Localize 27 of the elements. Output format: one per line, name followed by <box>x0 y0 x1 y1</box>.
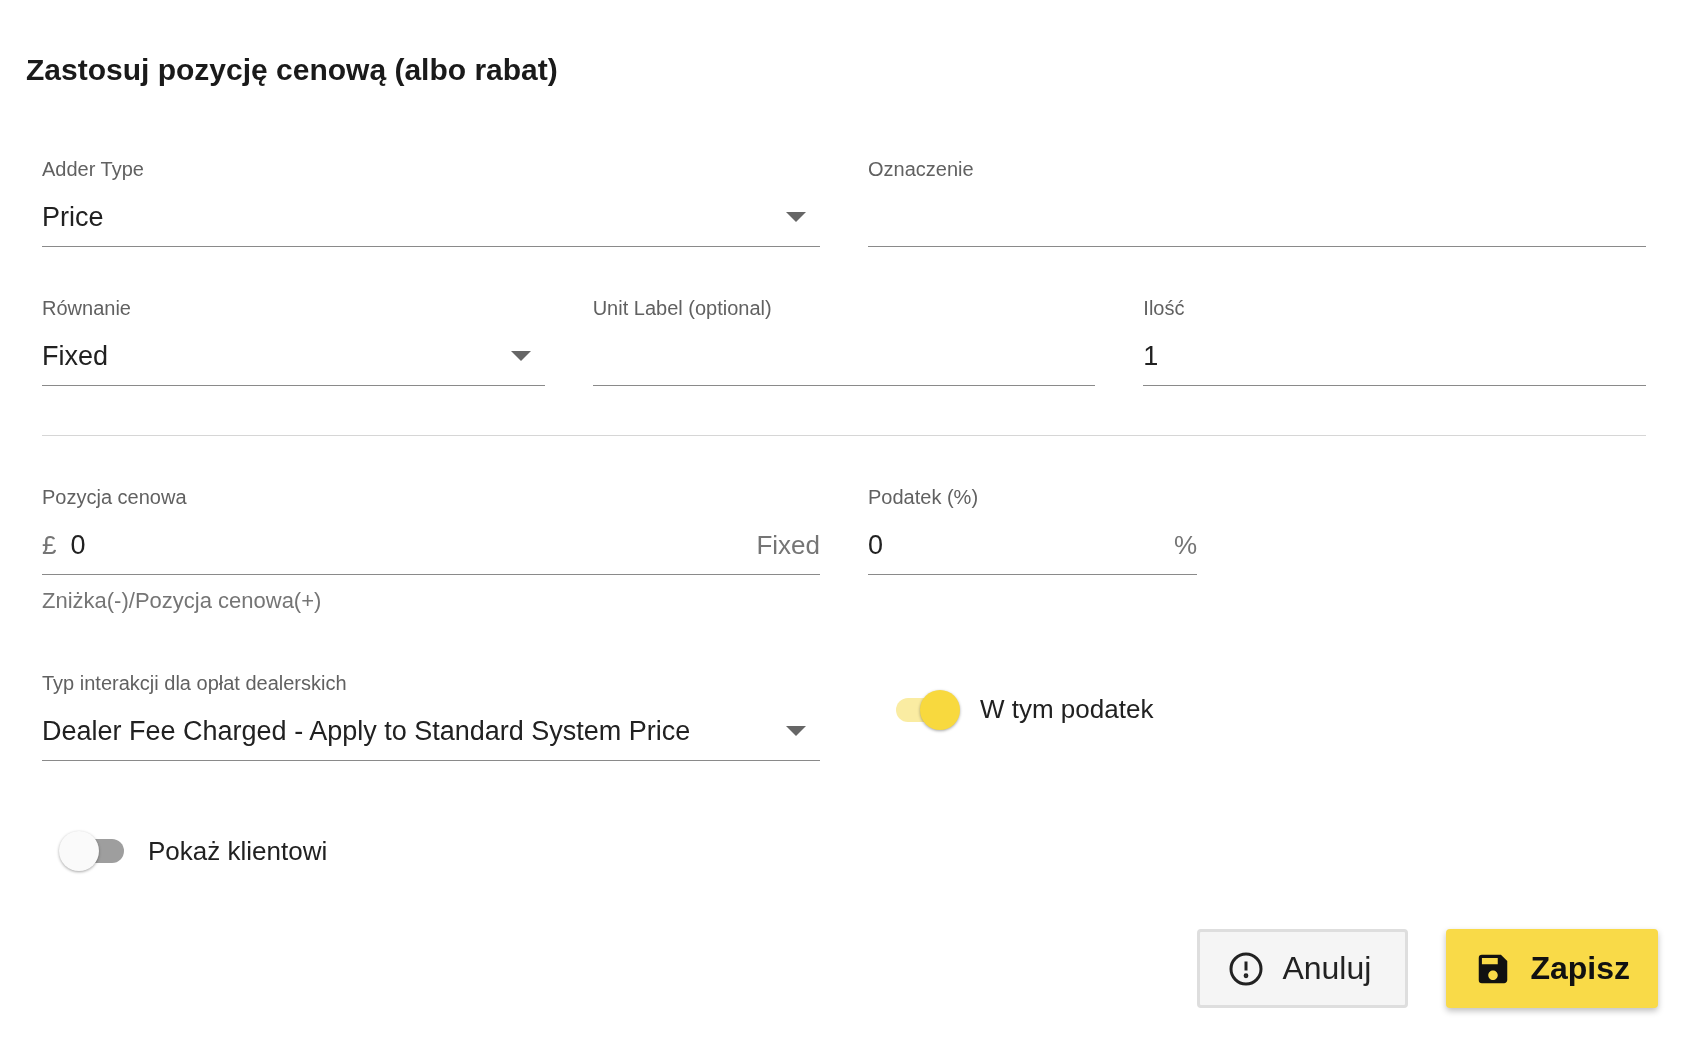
caret-icon <box>786 212 806 222</box>
input-field[interactable]: 0 % <box>868 529 1197 575</box>
currency-prefix: £ <box>42 529 57 561</box>
field-label: Unit Label (optional) <box>592 297 773 319</box>
field-label: Pozycja cenowa <box>42 486 188 508</box>
dropdown-field[interactable]: Fixed <box>42 340 545 386</box>
dropdown-field[interactable]: Dealer Fee Charged - Apply to Standard System Price <box>42 715 820 761</box>
input-field[interactable]: £ 0 Fixed <box>42 529 820 575</box>
field-label: Typ interakcji dla opłat dealerskich <box>42 672 348 694</box>
dropdown-field[interactable]: Price <box>42 201 820 247</box>
alert-icon <box>1228 950 1265 987</box>
caret-icon <box>510 351 531 361</box>
cancel-button[interactable]: Anuluj <box>1197 929 1409 1008</box>
unit-suffix: Fixed <box>756 529 820 561</box>
field-label: Oznaczenie <box>868 158 975 180</box>
dialog-title: Zastosuj pozycję cenową (albo rabat) <box>26 52 559 88</box>
unit-suffix: % <box>1173 529 1197 561</box>
switch-label: W tym podatek <box>980 694 1154 725</box>
field-label: Równanie <box>42 297 132 319</box>
field-label: Adder Type <box>42 158 145 180</box>
field-label: Podatek (%) <box>868 486 980 508</box>
field-label: Ilość <box>1143 297 1186 319</box>
switch-label: Pokaż klientowi <box>148 835 328 867</box>
save-button[interactable]: Zapisz <box>1446 929 1658 1008</box>
caret-icon <box>786 726 806 736</box>
input-field[interactable]: 1 <box>1143 340 1646 386</box>
helper-text: Zniżka(-)/Pozycja cenowa(+) <box>42 588 323 614</box>
